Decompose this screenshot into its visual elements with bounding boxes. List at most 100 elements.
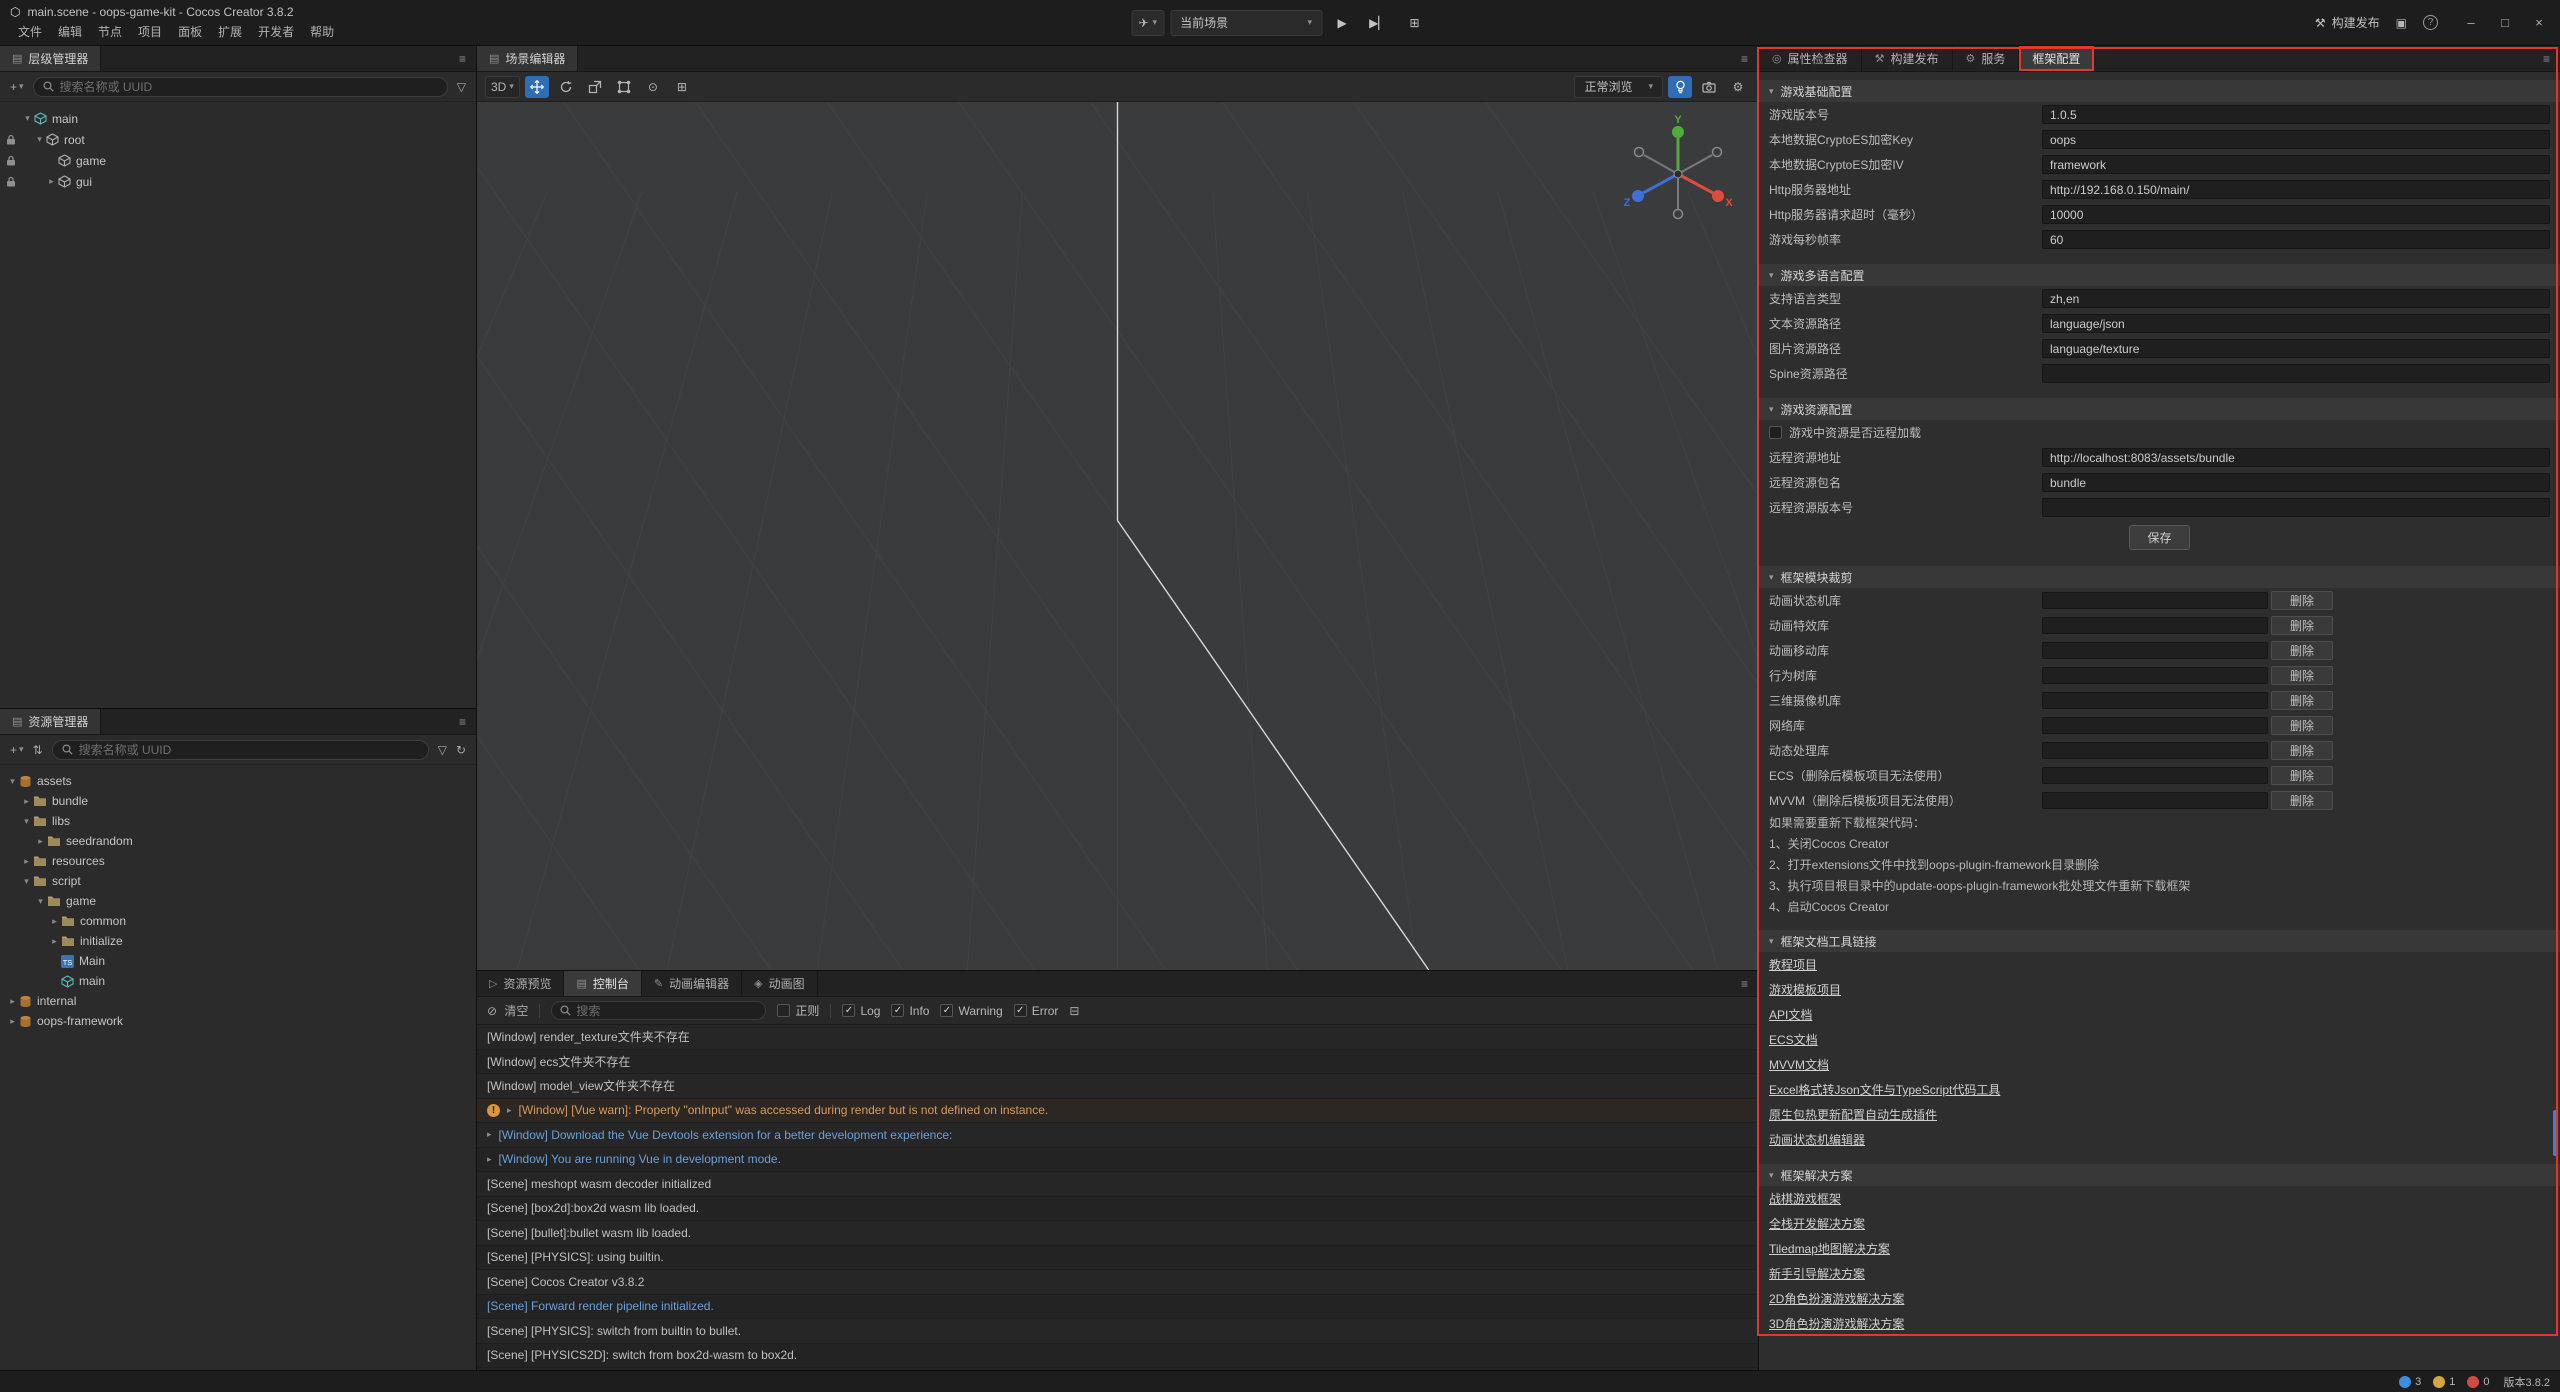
panel-menu-icon[interactable]: ≡ — [449, 709, 476, 734]
scale-tool-button[interactable] — [583, 76, 607, 98]
refresh-icon[interactable]: ↻ — [456, 743, 466, 757]
menu-item[interactable]: 帮助 — [302, 23, 342, 40]
doc-link[interactable]: 动画状态机编辑器 — [1769, 1131, 1865, 1148]
doc-link[interactable]: ECS文档 — [1769, 1031, 1818, 1048]
menu-item[interactable]: 节点 — [90, 23, 130, 40]
log-row[interactable]: [Scene] [bullet]:bullet wasm lib loaded. — [477, 1221, 1758, 1246]
section-header[interactable]: ▾框架文档工具链接 — [1759, 930, 2560, 952]
caret-icon[interactable]: ▾ — [21, 113, 34, 124]
menu-item[interactable]: 扩展 — [210, 23, 250, 40]
lock-icon[interactable] — [6, 176, 21, 187]
tab-build[interactable]: ⚒构建发布 — [1862, 46, 1953, 71]
tab-animation-editor[interactable]: ✎动画编辑器 — [642, 971, 742, 996]
pivot-toggle-button[interactable]: ⊙ — [641, 76, 665, 98]
panel-menu-icon[interactable]: ≡ — [449, 46, 476, 71]
delete-module-button[interactable]: 删除 — [2271, 666, 2333, 685]
add-asset-button[interactable]: +▾ — [10, 743, 24, 757]
collapse-logs-icon[interactable]: ⊟ — [1069, 1004, 1079, 1018]
doc-link[interactable]: 战棋游戏框架 — [1769, 1190, 1841, 1207]
add-node-button[interactable]: +▾ — [10, 80, 24, 94]
console-search-input[interactable] — [576, 1004, 757, 1018]
delete-module-button[interactable]: 删除 — [2271, 641, 2333, 660]
caret-icon[interactable]: ▸ — [6, 1016, 19, 1027]
tree-node-root[interactable]: ▾root — [0, 129, 476, 150]
caret-icon[interactable]: ▾ — [20, 816, 33, 827]
checkbox[interactable] — [1769, 426, 1782, 439]
save-button[interactable]: 保存 — [2129, 525, 2189, 550]
tab-framework-config[interactable]: 框架配置 — [2019, 46, 2094, 71]
assets-panel-tab[interactable]: ▤ 资源管理器 — [0, 709, 101, 734]
log-row[interactable]: [Window] model_view文件夹不存在 — [477, 1074, 1758, 1099]
tree-node-Main[interactable]: TSMain — [0, 951, 476, 971]
scene-settings-button[interactable]: ⚙ — [1726, 76, 1750, 98]
tab-asset-preview[interactable]: ▷资源预览 — [477, 971, 564, 996]
mode-3d-toggle[interactable]: 3D ▾ — [485, 76, 520, 98]
doc-link[interactable]: 全栈开发解决方案 — [1769, 1215, 1865, 1232]
tree-node-game[interactable]: ▾game — [0, 891, 476, 911]
section-header[interactable]: ▾框架解决方案 — [1759, 1164, 2560, 1186]
filter-icon[interactable]: ▽ — [457, 80, 466, 94]
caret-icon[interactable]: ▾ — [33, 134, 46, 145]
tree-node-gui[interactable]: ▸gui — [0, 171, 476, 192]
expand-caret-icon[interactable]: ▸ — [487, 1154, 492, 1165]
field-input[interactable]: language/texture — [2042, 339, 2550, 358]
tab-console[interactable]: ▤控制台 — [564, 971, 641, 996]
close-button[interactable]: × — [2522, 0, 2556, 46]
log-row[interactable]: [Scene] [box2d]:box2d wasm lib loaded. — [477, 1197, 1758, 1222]
doc-link[interactable]: Tiledmap地图解决方案 — [1769, 1240, 1890, 1257]
caret-icon[interactable]: ▸ — [20, 796, 33, 807]
layout-grid-button[interactable]: ⊞ — [1401, 10, 1429, 36]
help-icon[interactable]: ? — [2423, 15, 2438, 30]
minimize-button[interactable]: – — [2454, 0, 2488, 46]
build-publish-button[interactable]: ⚒ 构建发布 — [2315, 14, 2380, 31]
assets-search[interactable] — [52, 740, 429, 760]
error-count[interactable]: 0 — [2467, 1376, 2489, 1388]
doc-link[interactable]: API文档 — [1769, 1006, 1812, 1023]
coordinate-toggle-button[interactable]: ⊞ — [670, 76, 694, 98]
scene-camera-button[interactable] — [1697, 76, 1721, 98]
log-row[interactable]: [Scene] [PHYSICS]: switch from builtin t… — [477, 1319, 1758, 1344]
doc-link[interactable]: 2D角色扮演游戏解决方案 — [1769, 1290, 1904, 1307]
expand-caret-icon[interactable]: ▸ — [507, 1105, 512, 1116]
lock-icon[interactable] — [6, 155, 21, 166]
filter-icon[interactable]: ▽ — [438, 743, 447, 757]
menu-item[interactable]: 开发者 — [250, 23, 302, 40]
filter-info[interactable]: ✓Info — [891, 1004, 929, 1018]
tab-animation-graph[interactable]: ◈动画图 — [742, 971, 817, 996]
delete-module-button[interactable]: 删除 — [2271, 616, 2333, 635]
caret-icon[interactable]: ▸ — [48, 916, 61, 927]
log-row[interactable]: !▸[Window] [Vue warn]: Property "onInput… — [477, 1099, 1758, 1124]
expand-caret-icon[interactable]: ▸ — [487, 1129, 492, 1140]
tree-node-internal[interactable]: ▸internal — [0, 991, 476, 1011]
maximize-button[interactable]: □ — [2488, 0, 2522, 46]
field-input[interactable]: 60 — [2042, 230, 2550, 249]
caret-icon[interactable]: ▾ — [6, 776, 19, 787]
field-input[interactable]: 10000 — [2042, 205, 2550, 224]
section-header[interactable]: ▾框架模块裁剪 — [1759, 566, 2560, 588]
step-button[interactable]: ▶▏ — [1362, 10, 1394, 36]
tree-node-game[interactable]: game — [0, 150, 476, 171]
filter-error[interactable]: ✓Error — [1014, 1004, 1059, 1018]
hierarchy-search-input[interactable] — [60, 80, 438, 94]
preview-target-button[interactable]: ✈ ▾ — [1131, 10, 1164, 36]
log-row[interactable]: [Window] ecs文件夹不存在 — [477, 1050, 1758, 1075]
caret-icon[interactable]: ▸ — [6, 996, 19, 1007]
rect-tool-button[interactable] — [612, 76, 636, 98]
section-header[interactable]: ▾游戏多语言配置 — [1759, 264, 2560, 286]
delete-module-button[interactable]: 删除 — [2271, 691, 2333, 710]
doc-link[interactable]: 原生包热更新配置自动生成插件 — [1769, 1106, 1937, 1123]
doc-link[interactable]: 3D角色扮演游戏解决方案 — [1769, 1315, 1904, 1332]
delete-module-button[interactable]: 删除 — [2271, 766, 2333, 785]
scene-light-toggle[interactable] — [1668, 76, 1692, 98]
scene-selector-dropdown[interactable]: 当前场景 ▾ — [1170, 10, 1322, 36]
tree-node-seedrandom[interactable]: ▸seedrandom — [0, 831, 476, 851]
field-input[interactable]: zh,en — [2042, 289, 2550, 308]
orientation-gizmo[interactable]: Y X Z — [1618, 114, 1738, 234]
doc-link[interactable]: 游戏模板项目 — [1769, 981, 1841, 998]
field-input[interactable] — [2042, 498, 2550, 517]
tree-node-bundle[interactable]: ▸bundle — [0, 791, 476, 811]
menu-item[interactable]: 文件 — [10, 23, 50, 40]
filter-log[interactable]: ✓Log — [842, 1004, 880, 1018]
tree-node-resources[interactable]: ▸resources — [0, 851, 476, 871]
clear-console-button[interactable]: ⊘ 清空 — [487, 1002, 528, 1019]
